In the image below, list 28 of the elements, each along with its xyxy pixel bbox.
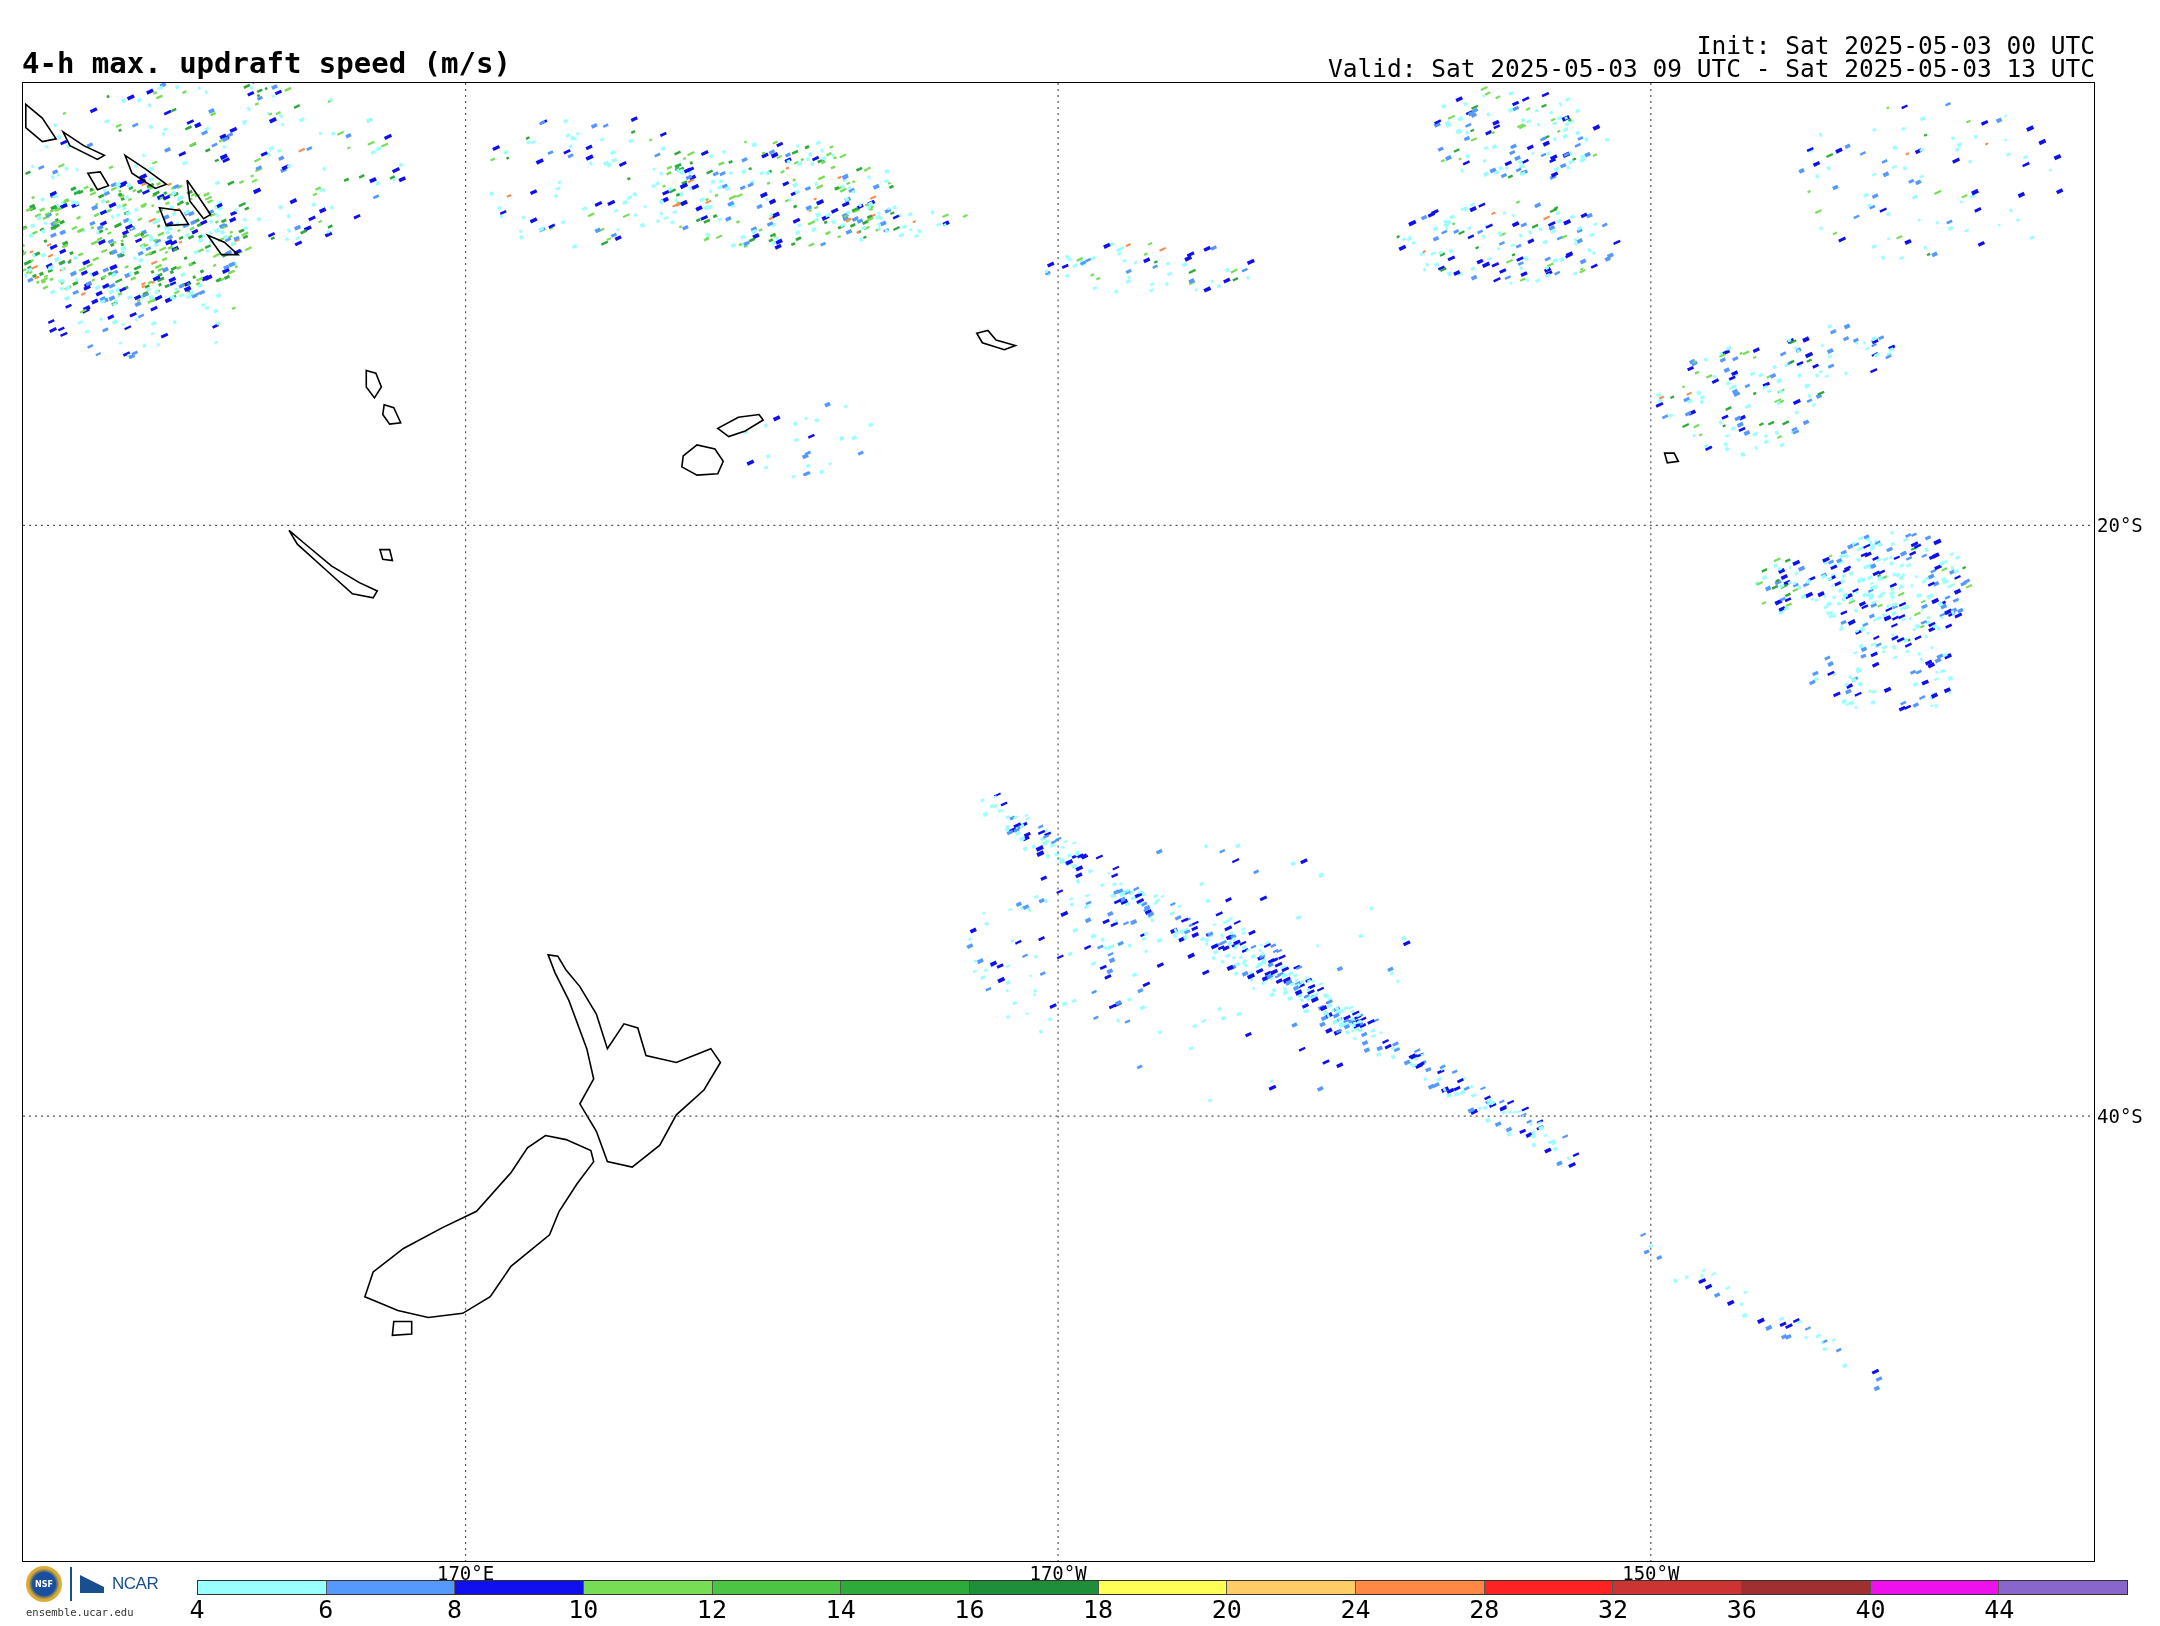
scale-tick-label: 10 <box>568 1596 599 1624</box>
scale-tick-label: 8 <box>446 1596 462 1624</box>
scale-tick-label: 32 <box>1598 1596 1629 1624</box>
scale-tick-label: 16 <box>954 1596 985 1624</box>
longitude-label: 170°W <box>1029 1563 1087 1583</box>
scale-tick-label: 36 <box>1726 1596 1757 1624</box>
nsf-emblem: NSF <box>26 1566 62 1602</box>
scale-tick-label: 24 <box>1340 1596 1371 1624</box>
latitude-label: 40°S <box>2097 1105 2143 1128</box>
longitude-label: 150°W <box>1622 1563 1680 1583</box>
scale-tick-label: 18 <box>1083 1596 1114 1624</box>
scale-tick-label: 20 <box>1211 1596 1242 1624</box>
latitude-label: 20°S <box>2097 514 2143 537</box>
scale-tick-label: 28 <box>1469 1596 1500 1624</box>
valid-time: Valid: Sat 2025-05-03 09 UTC - Sat 2025-05-03 13 UTC <box>1328 57 2095 80</box>
scale-tick-label: 44 <box>1984 1596 2015 1624</box>
init-time: Init: Sat 2025-05-03 00 UTC <box>1696 34 2095 57</box>
chart-title: 4-h max. updraft speed (m/s) <box>22 48 511 78</box>
scale-tick-label: 12 <box>696 1596 727 1624</box>
logo-divider-icon <box>70 1567 72 1601</box>
wedge-logo-icon <box>80 1575 104 1593</box>
site-url: ensemble.ucar.edu <box>26 1606 134 1618</box>
ncar-name: NCAR <box>112 1574 159 1594</box>
longitude-label: 170°E <box>436 1563 495 1583</box>
scale-tick-label: 6 <box>318 1596 334 1624</box>
scale-tick-label: 40 <box>1855 1596 1886 1624</box>
scale-tick-label: 14 <box>825 1596 856 1624</box>
scale-tick-label: 4 <box>189 1596 205 1624</box>
